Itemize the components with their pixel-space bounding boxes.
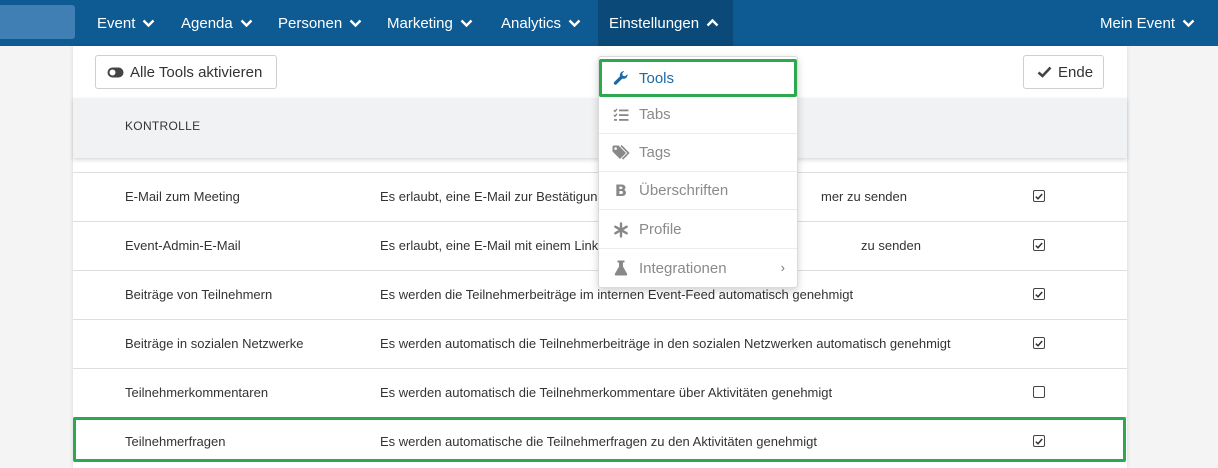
- column-header-kontrolle: KONTROLLE: [125, 119, 201, 133]
- menu-item-integrationen[interactable]: Integrationen ›: [599, 249, 797, 287]
- row-checkbox[interactable]: [1033, 386, 1045, 398]
- nav-mein-event[interactable]: Mein Event: [1100, 0, 1195, 46]
- nav-analytics[interactable]: Analytics: [501, 0, 581, 46]
- menu-item-label: Tabs: [639, 106, 671, 123]
- menu-item-profile[interactable]: Profile: [599, 211, 797, 249]
- menu-item-label: Tools: [639, 69, 675, 87]
- activate-all-tools-label: Alle Tools aktivieren: [130, 63, 263, 81]
- list-check-icon: [611, 108, 631, 122]
- row-description: Es werden automatisch die Teilnehmerbeit…: [380, 336, 951, 351]
- nav-einstellungen[interactable]: Einstellungen: [598, 0, 733, 46]
- row-name: Teilnehmerkommentaren: [125, 385, 269, 400]
- nav-label-marketing: Marketing: [387, 14, 453, 32]
- nav-label-personen: Personen: [278, 14, 343, 32]
- row-name: Event-Admin-E-Mail: [125, 238, 241, 253]
- nav-marketing[interactable]: Marketing: [387, 0, 473, 46]
- row-description: Es werden die Teilnehmerbeiträge im inte…: [380, 287, 854, 302]
- bold-icon: B: [614, 181, 628, 200]
- chevron-up-icon: [706, 18, 719, 28]
- nav-label-analytics: Analytics: [501, 14, 562, 32]
- table-row: Beiträge in sozialen Netzwerke Es werden…: [73, 319, 1127, 368]
- menu-item-ueberschriften[interactable]: B Überschriften: [599, 172, 797, 210]
- row-description: Es erlaubt, eine E-Mail zur Bestätigung: [380, 189, 605, 204]
- nav-personen[interactable]: Personen: [278, 0, 362, 46]
- nav-label-einstellungen: Einstellungen: [609, 14, 700, 32]
- menu-item-label: Profile: [639, 221, 682, 238]
- chevron-down-icon: [142, 18, 155, 28]
- table-row: Teilnehmerkommentaren Es werden automati…: [73, 368, 1127, 417]
- menu-item-label: Integrationen: [639, 259, 727, 277]
- end-label: Ende: [1058, 63, 1094, 81]
- chevron-down-icon: [568, 18, 581, 28]
- chevron-down-icon: [1182, 18, 1195, 28]
- end-button[interactable]: Ende: [1023, 55, 1104, 89]
- chevron-right-icon: ›: [780, 260, 785, 275]
- row-name: Beiträge von Teilnehmern: [125, 287, 273, 302]
- chevron-down-icon: [349, 18, 362, 28]
- nav-event[interactable]: Event: [97, 0, 155, 46]
- settings-dropdown-menu: Tools Tabs Tags B Überschriften Profile …: [598, 56, 798, 288]
- menu-item-tools[interactable]: Tools: [599, 59, 797, 97]
- nav-agenda[interactable]: Agenda: [181, 0, 253, 46]
- row-checkbox[interactable]: [1033, 337, 1045, 349]
- row-checkbox[interactable]: [1033, 435, 1045, 447]
- row-checkbox[interactable]: [1033, 239, 1045, 251]
- activate-all-tools-button[interactable]: Alle Tools aktivieren: [95, 55, 277, 89]
- flask-icon: [611, 260, 631, 276]
- chevron-down-icon: [240, 18, 253, 28]
- menu-item-label: Überschriften: [639, 182, 729, 199]
- table-row: Teilnehmerfragen Es werden automatische …: [73, 417, 1127, 466]
- row-checkbox[interactable]: [1033, 190, 1045, 202]
- toggle-icon: [107, 67, 124, 78]
- row-description: Es werden automatische die Teilnehmerfra…: [380, 434, 817, 449]
- row-checkbox[interactable]: [1033, 288, 1045, 300]
- row-name: E-Mail zum Meeting: [125, 189, 240, 204]
- row-description: Es erlaubt, eine E-Mail mit einem Link: [380, 238, 599, 253]
- row-description-tail: mer zu senden: [821, 189, 907, 204]
- menu-item-tabs[interactable]: Tabs: [599, 96, 797, 134]
- row-name: Beiträge in sozialen Netzwerke: [125, 336, 304, 351]
- menu-item-label: Tags: [639, 144, 671, 161]
- nav-label-event: Event: [97, 14, 136, 32]
- menu-item-tags[interactable]: Tags: [599, 134, 797, 172]
- chevron-down-icon: [460, 18, 473, 28]
- nav-label-agenda: Agenda: [181, 14, 233, 32]
- row-name: Teilnehmerfragen: [125, 434, 226, 449]
- check-icon: [1037, 66, 1052, 78]
- wrench-icon: [611, 70, 631, 86]
- top-nav-bar: Event Agenda Personen Marketing Analytic…: [0, 0, 1218, 46]
- asterisk-icon: [611, 221, 631, 238]
- row-description: Es werden automatisch die Teilnehmerkomm…: [380, 385, 833, 400]
- logo-area[interactable]: [0, 5, 75, 39]
- nav-label-mein-event: Mein Event: [1100, 14, 1176, 32]
- tags-icon: [611, 145, 631, 160]
- row-description-tail: zu senden: [861, 238, 921, 253]
